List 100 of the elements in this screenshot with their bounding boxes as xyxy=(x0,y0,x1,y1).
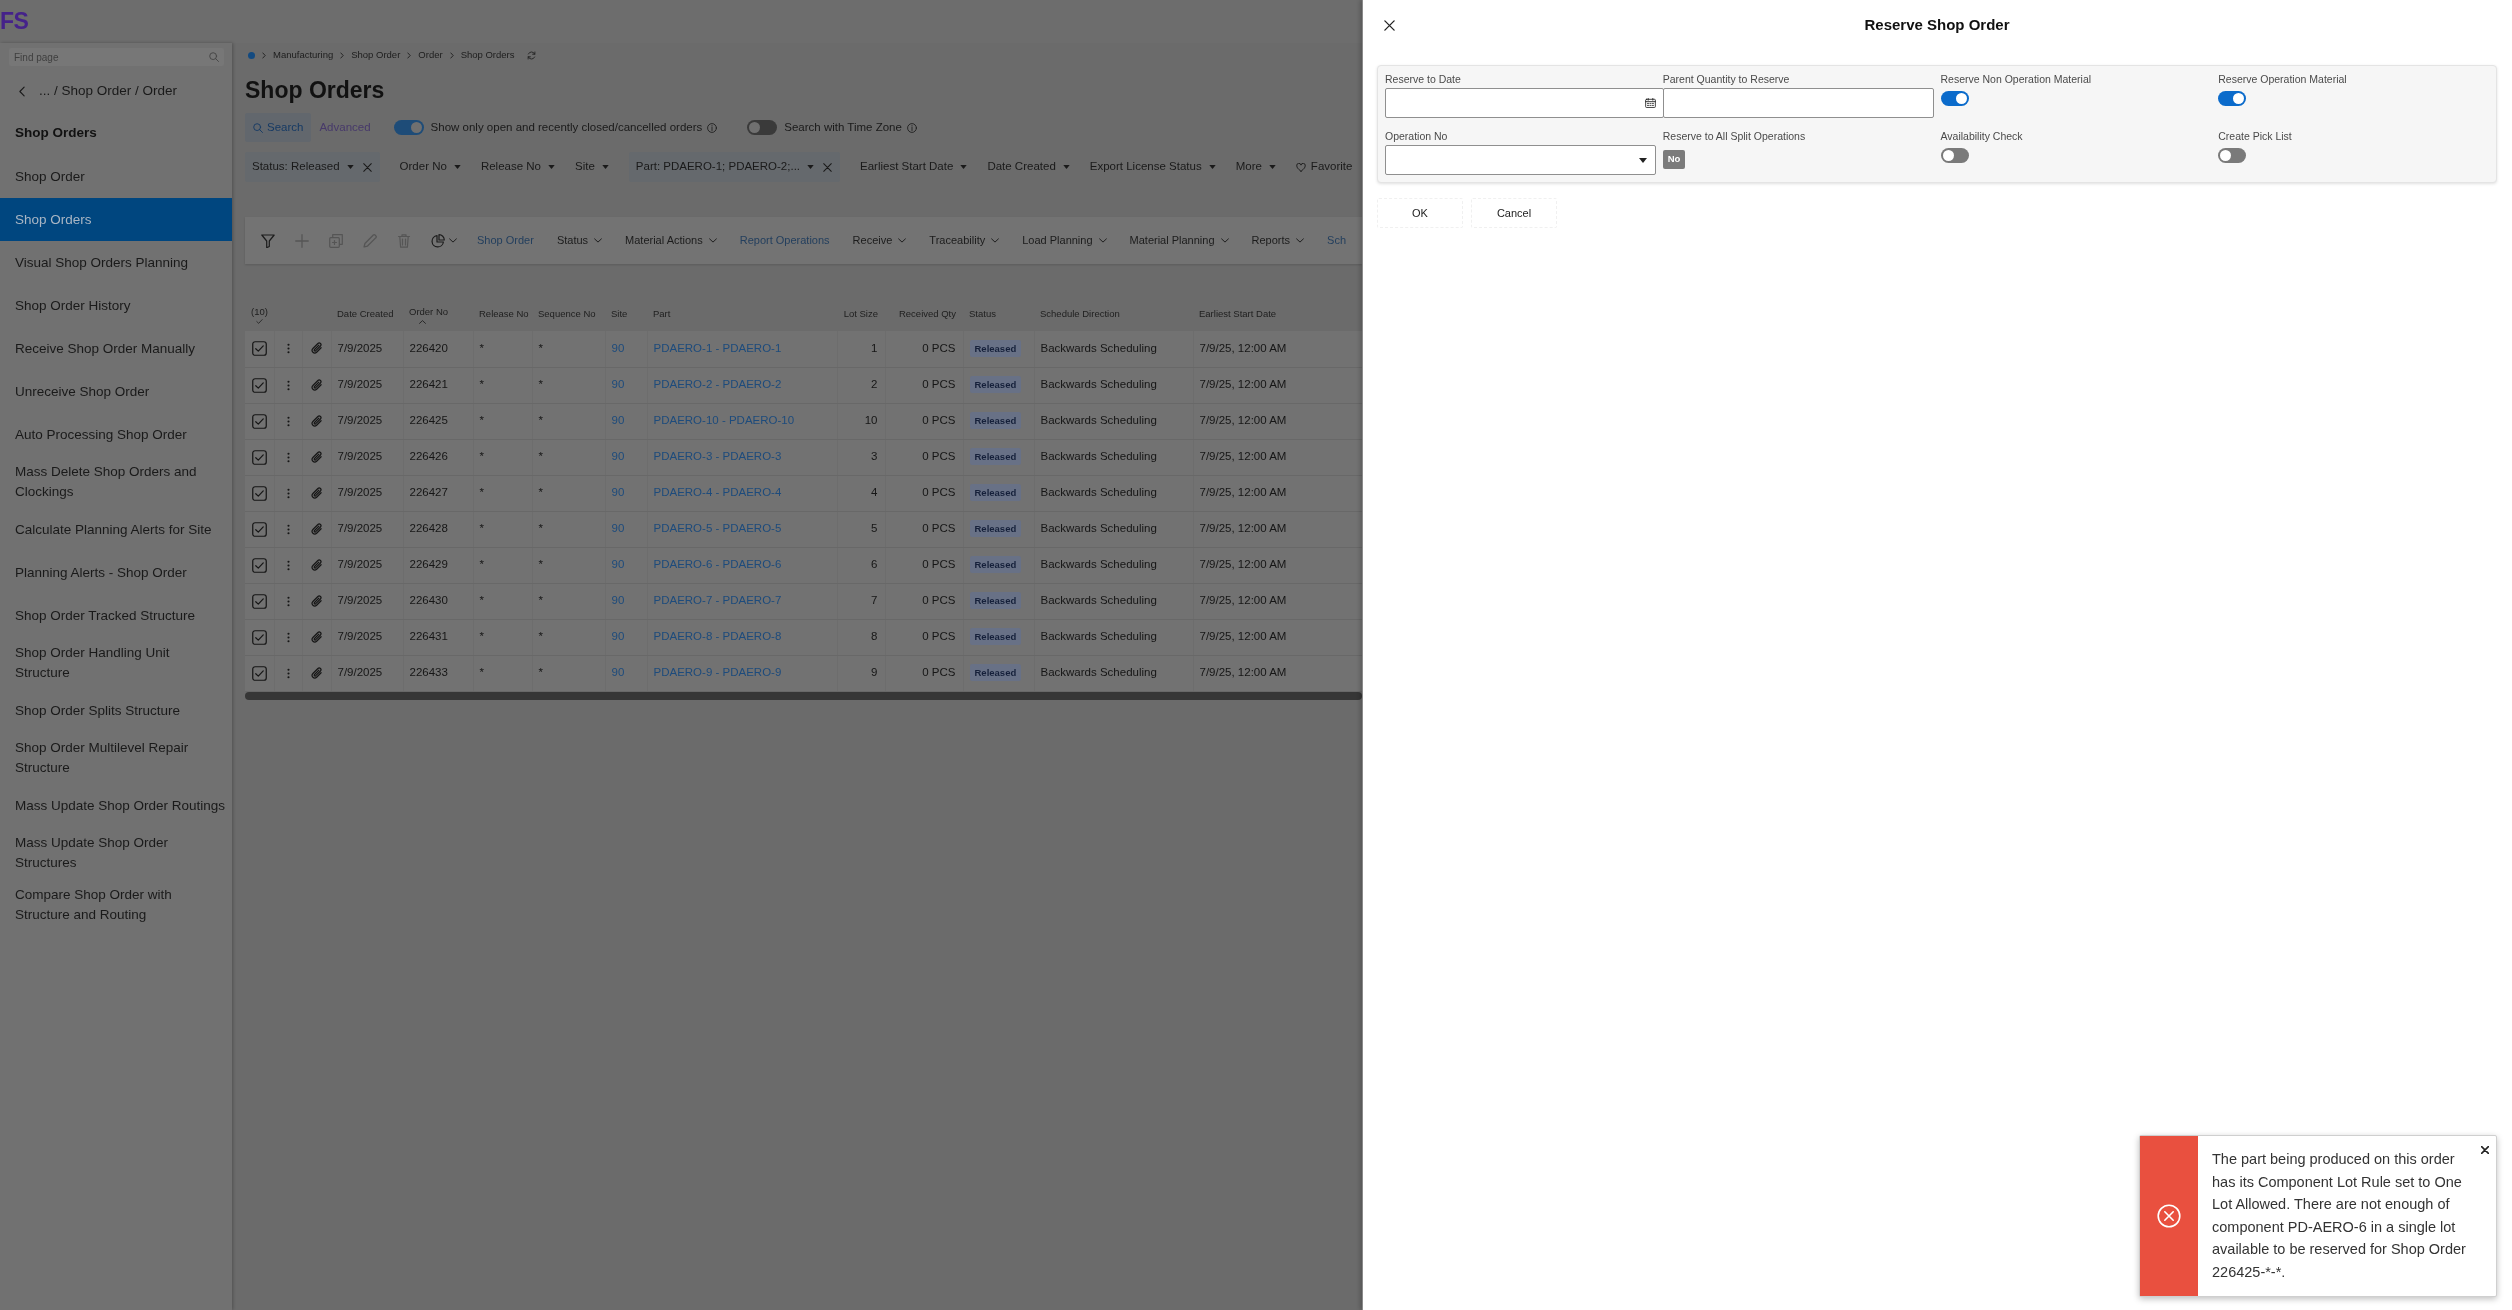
column-header[interactable]: Received Qty xyxy=(898,307,956,322)
kebab-menu-icon[interactable] xyxy=(286,379,290,391)
toolbar-menu[interactable]: Status xyxy=(556,228,603,253)
column-header[interactable]: Site xyxy=(611,307,628,322)
paperclip-icon[interactable] xyxy=(310,594,323,608)
toggle-switch[interactable] xyxy=(2218,148,2247,163)
filter-dropdown[interactable]: More xyxy=(1235,158,1276,176)
column-header[interactable]: Part xyxy=(653,307,671,322)
toggle-switch[interactable] xyxy=(393,120,424,135)
chevron-left-icon[interactable] xyxy=(19,85,25,97)
kebab-menu-icon[interactable] xyxy=(286,559,290,571)
sidebar-item[interactable]: Shop Order History xyxy=(0,284,232,327)
search-tab[interactable]: Search xyxy=(245,113,312,142)
part-link[interactable]: PDAERO-4 - PDAERO-4 xyxy=(653,486,782,499)
kebab-menu-icon[interactable] xyxy=(286,595,290,607)
row-checkbox[interactable] xyxy=(251,557,267,573)
filter-dropdown[interactable]: Order No xyxy=(399,158,461,176)
part-link[interactable]: PDAERO-7 - PDAERO-7 xyxy=(653,594,782,607)
kebab-menu-icon[interactable] xyxy=(286,523,290,535)
close-icon[interactable] xyxy=(2481,1146,2489,1154)
cancel-button[interactable]: Cancel xyxy=(1471,198,1557,228)
breadcrumb-link[interactable]: Manufacturing xyxy=(273,47,334,63)
table-row[interactable]: 7/9/2025 226431 * * 90 PDAERO-8 - PDAERO-8 8 0 PCS Released Backwards Scheduling 7/9/25, 12:00 AM xyxy=(245,619,1362,655)
sidebar-item[interactable]: Shop Order Tracked Structure xyxy=(0,594,232,637)
sidebar-item[interactable]: Calculate Planning Alerts for Site xyxy=(0,508,232,551)
row-checkbox[interactable] xyxy=(251,665,267,681)
row-checkbox[interactable] xyxy=(251,593,267,609)
site-link[interactable]: 90 xyxy=(611,486,625,499)
toolbar-menu[interactable]: Material Planning xyxy=(1129,228,1229,253)
paperclip-icon[interactable] xyxy=(310,414,323,428)
check-icon[interactable] xyxy=(256,319,263,325)
row-checkbox[interactable] xyxy=(251,485,267,501)
part-link[interactable]: PDAERO-10 - PDAERO-10 xyxy=(653,414,795,427)
sidebar-item[interactable]: Shop Orders xyxy=(0,198,232,241)
sidebar-item[interactable]: Mass Update Shop Order Structures xyxy=(0,827,232,879)
row-checkbox[interactable] xyxy=(251,449,267,465)
sidebar-item[interactable]: Auto Processing Shop Order xyxy=(0,413,232,456)
row-checkbox[interactable] xyxy=(251,341,267,357)
select-field[interactable] xyxy=(1385,145,1656,175)
site-link[interactable]: 90 xyxy=(611,666,625,679)
toggle-switch[interactable] xyxy=(1940,91,1969,106)
part-link[interactable]: PDAERO-6 - PDAERO-6 xyxy=(653,558,782,571)
paperclip-icon[interactable] xyxy=(310,486,323,500)
paperclip-icon[interactable] xyxy=(310,522,323,536)
toggle-switch[interactable] xyxy=(1940,148,1969,163)
breadcrumb-link[interactable]: Shop Order xyxy=(351,47,401,63)
column-header[interactable]: Order No xyxy=(409,305,449,320)
filter-dropdown[interactable]: Earliest Start Date xyxy=(860,158,968,176)
sidebar-item[interactable]: Mass Delete Shop Orders and Clockings xyxy=(0,456,232,508)
toolbar-menu[interactable]: Material Actions xyxy=(625,228,717,253)
filter-dropdown[interactable]: Site xyxy=(575,158,609,176)
sidebar-item[interactable]: Receive Shop Order Manually xyxy=(0,327,232,370)
part-link[interactable]: PDAERO-8 - PDAERO-8 xyxy=(653,630,782,643)
text-field[interactable] xyxy=(1662,88,1934,118)
sidebar-breadcrumb[interactable]: ... / Shop Order / Order xyxy=(39,80,178,102)
part-link[interactable]: PDAERO-9 - PDAERO-9 xyxy=(653,666,782,679)
kebab-menu-icon[interactable] xyxy=(286,415,290,427)
paperclip-icon[interactable] xyxy=(310,342,323,356)
toggle-switch[interactable] xyxy=(2218,91,2247,106)
column-header[interactable]: Sequence No xyxy=(538,307,596,322)
row-checkbox[interactable] xyxy=(251,629,267,645)
close-icon[interactable] xyxy=(1384,19,1395,31)
column-header[interactable]: Status xyxy=(969,307,996,322)
sidebar-item[interactable]: Compare Shop Order with Structure and Routing xyxy=(0,879,232,931)
sidebar-item[interactable]: Shop Order Multilevel Repair Structure xyxy=(0,732,232,784)
table-row[interactable]: 7/9/2025 226433 * * 90 PDAERO-9 - PDAERO-9 9 0 PCS Released Backwards Scheduling 7/9/25, 12:00 AM xyxy=(245,655,1362,691)
table-row[interactable]: 7/9/2025 226429 * * 90 PDAERO-6 - PDAERO-6 6 0 PCS Released Backwards Scheduling 7/9/25, 12:00 AM xyxy=(245,547,1362,583)
paperclip-icon[interactable] xyxy=(310,378,323,392)
toolbar-menu[interactable]: Receive xyxy=(852,228,907,253)
kebab-menu-icon[interactable] xyxy=(286,343,290,355)
info-icon[interactable] xyxy=(707,122,718,133)
column-header[interactable]: Lot Size xyxy=(843,307,878,322)
table-row[interactable]: 7/9/2025 226428 * * 90 PDAERO-5 - PDAERO-5 5 0 PCS Released Backwards Scheduling 7/9/25, 12:00 AM xyxy=(245,511,1362,547)
horizontal-scrollbar[interactable] xyxy=(245,691,1362,700)
paperclip-icon[interactable] xyxy=(310,558,323,572)
sidebar-item[interactable]: Mass Update Shop Order Routings xyxy=(0,784,232,827)
dot-icon[interactable] xyxy=(248,51,255,59)
date-field[interactable] xyxy=(1385,88,1664,118)
refresh-icon[interactable] xyxy=(526,50,536,60)
kebab-menu-icon[interactable] xyxy=(286,451,290,463)
breadcrumb-link[interactable]: Order xyxy=(418,47,443,63)
table-row[interactable]: 7/9/2025 226425 * * 90 PDAERO-10 - PDAERO-10 10 0 PCS Released Backwards Scheduling 7/9/25, 12:00 AM xyxy=(245,403,1362,439)
table-row[interactable]: 7/9/2025 226426 * * 90 PDAERO-3 - PDAERO-3 3 0 PCS Released Backwards Scheduling 7/9/25, 12:00 AM xyxy=(245,439,1362,475)
filter-dropdown[interactable]: Release No xyxy=(480,158,555,176)
sidebar-item[interactable]: Unreceive Shop Order xyxy=(0,370,232,413)
part-link[interactable]: PDAERO-3 - PDAERO-3 xyxy=(653,450,782,463)
row-checkbox[interactable] xyxy=(251,413,267,429)
sidebar-item[interactable]: Shop Order Splits Structure xyxy=(0,689,232,732)
toolbar-menu[interactable]: Reports xyxy=(1251,228,1305,253)
filter-dropdown[interactable]: Date Created xyxy=(987,158,1070,176)
sidebar-item[interactable]: Shop Order Handling Unit Structure xyxy=(0,637,232,689)
sidebar-item[interactable]: Shop Order xyxy=(0,155,232,198)
site-link[interactable]: 90 xyxy=(611,414,625,427)
kebab-menu-icon[interactable] xyxy=(286,667,290,679)
part-link[interactable]: PDAERO-1 - PDAERO-1 xyxy=(653,342,782,355)
column-header[interactable]: Earliest Start Date xyxy=(1199,307,1277,322)
column-header[interactable]: Schedule Direction xyxy=(1040,307,1120,322)
paperclip-icon[interactable] xyxy=(310,666,323,680)
row-checkbox[interactable] xyxy=(251,377,267,393)
table-row[interactable]: 7/9/2025 226430 * * 90 PDAERO-7 - PDAERO-7 7 0 PCS Released Backwards Scheduling 7/9/25, 12:00 AM xyxy=(245,583,1362,619)
